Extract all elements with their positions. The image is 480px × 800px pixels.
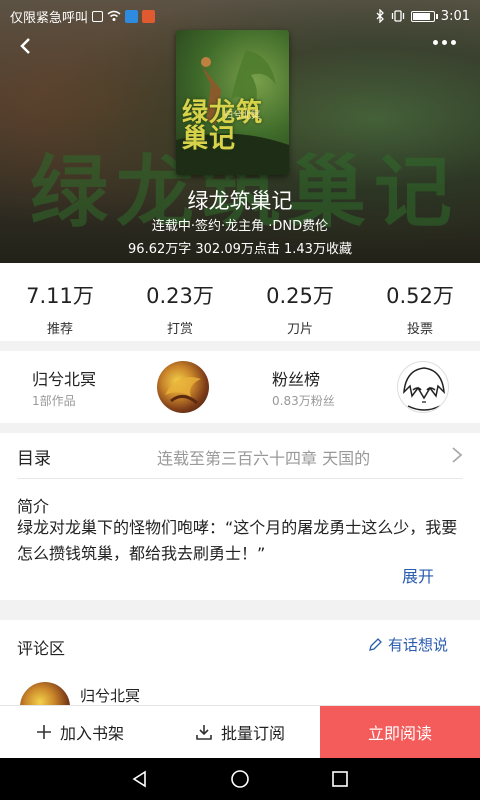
plus-icon — [36, 725, 51, 739]
comments-title: 评论区 — [17, 639, 66, 658]
read-now-button[interactable]: 立即阅读 — [320, 706, 480, 758]
status-left: 仅限紧急呼叫 — [10, 7, 156, 26]
sim-icon — [92, 10, 104, 22]
stat-blade[interactable]: 0.25万 刀片 — [240, 263, 360, 341]
intro-title: 简介 — [17, 497, 50, 516]
book-stats: 96.62万字 302.09万点击 1.43万收藏 — [128, 242, 352, 257]
book-detail-screen: 绿龙筑巢记 仅限紧急呼叫 3:01 绿龙筑巢记 归兮北冥 绿龙筑巢记 连载中·签… — [0, 0, 480, 800]
stat-label: 推荐 — [46, 322, 73, 337]
more-dot-icon — [451, 40, 456, 45]
clock: 3:01 — [440, 8, 470, 24]
wifi-icon — [107, 10, 121, 21]
stat-vote[interactable]: 0.52万 投票 — [360, 263, 480, 341]
back-button[interactable] — [18, 36, 48, 60]
read-now-label: 立即阅读 — [367, 724, 432, 743]
expand-intro-button[interactable]: 展开 — [402, 563, 434, 587]
batch-subscribe-button[interactable]: 批量订阅 — [160, 706, 320, 758]
stat-value: 7.11万 — [26, 284, 94, 308]
add-to-shelf-label: 加入书架 — [59, 724, 124, 743]
system-nav-bar — [0, 758, 480, 800]
dragon-avatar-art — [165, 377, 201, 405]
nav-recents-icon[interactable] — [330, 769, 350, 789]
intro-text: 绿龙对龙巢下的怪物们咆哮：“这个月的屠龙勇士这么少，我要怎么攒钱筑巢，都给我去刷… — [17, 518, 458, 563]
status-bar: 仅限紧急呼叫 3:01 — [0, 0, 480, 32]
author-name: 归兮北冥 — [32, 370, 97, 389]
stat-label: 打赏 — [166, 322, 193, 337]
more-options-button[interactable] — [433, 40, 456, 45]
fans-count: 0.83万粉丝 — [272, 394, 335, 408]
author-fans-card: 归兮北冥 1部作品 粉丝榜 0.83万粉丝 — [0, 351, 480, 423]
write-comment-label: 有话想说 — [388, 636, 449, 654]
chevron-left-icon — [20, 38, 30, 54]
add-to-shelf-button[interactable]: 加入书架 — [0, 706, 160, 758]
more-dot-icon — [442, 40, 447, 45]
hero-header: 绿龙筑巢记 仅限紧急呼叫 3:01 绿龙筑巢记 归兮北冥 绿龙筑巢记 连载中·签… — [0, 0, 480, 263]
divider — [17, 478, 463, 479]
author-avatar[interactable] — [157, 361, 209, 413]
stat-label: 投票 — [406, 322, 433, 337]
app-notification-icon — [125, 9, 139, 23]
toc-label: 目录 — [17, 449, 51, 469]
write-comment-button[interactable]: 有话想说 — [367, 634, 448, 655]
stat-value: 0.23万 — [146, 284, 214, 308]
book-cover[interactable]: 绿龙筑巢记 归兮北冥 — [176, 30, 289, 175]
stat-label: 刀片 — [286, 322, 313, 337]
stats-row: 7.11万 推荐 0.23万 打赏 0.25万 刀片 0.52万 投票 — [0, 263, 480, 341]
pencil-icon — [369, 637, 382, 651]
vibrate-icon — [391, 10, 404, 22]
chevron-right-icon — [452, 447, 463, 463]
toc-intro-card: 目录 连载至第三百六十四章 天国的 简介 绿龙对龙巢下的怪物们咆哮：“这个月的屠… — [0, 433, 480, 600]
app-notification-icon-2 — [142, 9, 156, 23]
battery-icon — [410, 10, 438, 22]
stat-reward[interactable]: 0.23万 打赏 — [120, 263, 240, 341]
more-dot-icon — [433, 40, 438, 45]
author-works: 1部作品 — [32, 394, 76, 408]
batch-subscribe-label: 批量订阅 — [220, 724, 285, 743]
stat-value: 0.25万 — [266, 284, 334, 308]
nav-back-icon[interactable] — [130, 769, 150, 789]
cover-author: 归兮北冥 — [224, 111, 261, 121]
book-tags: 连载中·签约·龙主角 ·DND费伦 — [151, 219, 329, 234]
nav-home-icon[interactable] — [229, 768, 251, 790]
carrier-text: 仅限紧急呼叫 — [10, 10, 89, 26]
stat-value: 0.52万 — [386, 284, 454, 308]
bottom-action-bar: 加入书架 批量订阅 立即阅读 — [0, 705, 480, 758]
stat-recommend[interactable]: 7.11万 推荐 — [0, 263, 120, 341]
toc-latest-chapter: 连载至第三百六十四章 天国的 — [157, 449, 371, 468]
status-right: 3:01 — [375, 9, 470, 24]
top-fan-avatar[interactable] — [397, 361, 449, 413]
fans-title: 粉丝榜 — [272, 370, 321, 389]
bluetooth-icon — [376, 9, 384, 23]
book-title: 绿龙筑巢记 — [187, 189, 293, 213]
anime-character-avatar — [403, 367, 445, 411]
download-icon — [196, 725, 212, 740]
toc-row[interactable]: 目录 连载至第三百六十四章 天国的 — [0, 433, 480, 478]
comment-user-name: 归兮北冥 — [80, 687, 141, 705]
